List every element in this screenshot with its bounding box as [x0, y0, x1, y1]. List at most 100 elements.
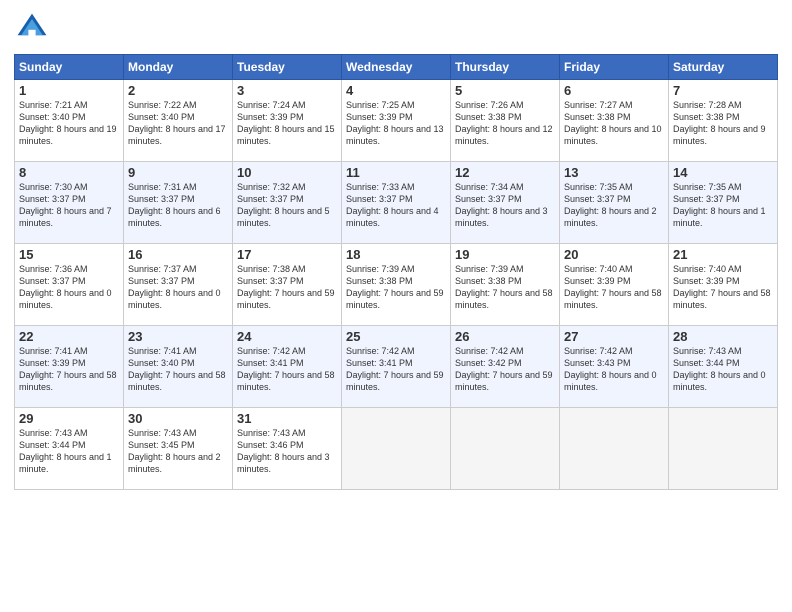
day-number: 16 — [128, 247, 228, 262]
day-number: 31 — [237, 411, 337, 426]
day-cell-10: 10Sunrise: 7:32 AM Sunset: 3:37 PM Dayli… — [233, 162, 342, 244]
day-cell-31: 31Sunrise: 7:43 AM Sunset: 3:46 PM Dayli… — [233, 408, 342, 490]
day-cell-29: 29Sunrise: 7:43 AM Sunset: 3:44 PM Dayli… — [15, 408, 124, 490]
calendar-table: SundayMondayTuesdayWednesdayThursdayFrid… — [14, 54, 778, 490]
day-info: Sunrise: 7:39 AM Sunset: 3:38 PM Dayligh… — [455, 263, 555, 312]
day-number: 27 — [564, 329, 664, 344]
empty-cell — [342, 408, 451, 490]
day-cell-24: 24Sunrise: 7:42 AM Sunset: 3:41 PM Dayli… — [233, 326, 342, 408]
day-number: 11 — [346, 165, 446, 180]
day-number: 24 — [237, 329, 337, 344]
day-cell-19: 19Sunrise: 7:39 AM Sunset: 3:38 PM Dayli… — [451, 244, 560, 326]
day-cell-5: 5Sunrise: 7:26 AM Sunset: 3:38 PM Daylig… — [451, 80, 560, 162]
logo — [14, 10, 54, 46]
day-cell-22: 22Sunrise: 7:41 AM Sunset: 3:39 PM Dayli… — [15, 326, 124, 408]
day-number: 2 — [128, 83, 228, 98]
day-info: Sunrise: 7:43 AM Sunset: 3:44 PM Dayligh… — [19, 427, 119, 476]
header-row: SundayMondayTuesdayWednesdayThursdayFrid… — [15, 55, 778, 80]
day-info: Sunrise: 7:41 AM Sunset: 3:39 PM Dayligh… — [19, 345, 119, 394]
day-number: 17 — [237, 247, 337, 262]
day-number: 19 — [455, 247, 555, 262]
day-cell-16: 16Sunrise: 7:37 AM Sunset: 3:37 PM Dayli… — [124, 244, 233, 326]
day-number: 4 — [346, 83, 446, 98]
day-cell-2: 2Sunrise: 7:22 AM Sunset: 3:40 PM Daylig… — [124, 80, 233, 162]
day-info: Sunrise: 7:26 AM Sunset: 3:38 PM Dayligh… — [455, 99, 555, 148]
day-cell-3: 3Sunrise: 7:24 AM Sunset: 3:39 PM Daylig… — [233, 80, 342, 162]
day-number: 23 — [128, 329, 228, 344]
day-info: Sunrise: 7:40 AM Sunset: 3:39 PM Dayligh… — [564, 263, 664, 312]
day-info: Sunrise: 7:42 AM Sunset: 3:43 PM Dayligh… — [564, 345, 664, 394]
day-cell-17: 17Sunrise: 7:38 AM Sunset: 3:37 PM Dayli… — [233, 244, 342, 326]
day-info: Sunrise: 7:41 AM Sunset: 3:40 PM Dayligh… — [128, 345, 228, 394]
day-cell-18: 18Sunrise: 7:39 AM Sunset: 3:38 PM Dayli… — [342, 244, 451, 326]
day-info: Sunrise: 7:28 AM Sunset: 3:38 PM Dayligh… — [673, 99, 773, 148]
day-info: Sunrise: 7:30 AM Sunset: 3:37 PM Dayligh… — [19, 181, 119, 230]
day-cell-8: 8Sunrise: 7:30 AM Sunset: 3:37 PM Daylig… — [15, 162, 124, 244]
day-number: 8 — [19, 165, 119, 180]
col-header-saturday: Saturday — [669, 55, 778, 80]
empty-cell — [560, 408, 669, 490]
day-info: Sunrise: 7:36 AM Sunset: 3:37 PM Dayligh… — [19, 263, 119, 312]
week-row-4: 22Sunrise: 7:41 AM Sunset: 3:39 PM Dayli… — [15, 326, 778, 408]
day-number: 5 — [455, 83, 555, 98]
week-row-3: 15Sunrise: 7:36 AM Sunset: 3:37 PM Dayli… — [15, 244, 778, 326]
day-cell-12: 12Sunrise: 7:34 AM Sunset: 3:37 PM Dayli… — [451, 162, 560, 244]
day-info: Sunrise: 7:33 AM Sunset: 3:37 PM Dayligh… — [346, 181, 446, 230]
day-cell-14: 14Sunrise: 7:35 AM Sunset: 3:37 PM Dayli… — [669, 162, 778, 244]
logo-icon — [14, 10, 50, 46]
day-info: Sunrise: 7:43 AM Sunset: 3:46 PM Dayligh… — [237, 427, 337, 476]
day-info: Sunrise: 7:42 AM Sunset: 3:41 PM Dayligh… — [346, 345, 446, 394]
empty-cell — [451, 408, 560, 490]
day-number: 15 — [19, 247, 119, 262]
day-number: 3 — [237, 83, 337, 98]
week-row-5: 29Sunrise: 7:43 AM Sunset: 3:44 PM Dayli… — [15, 408, 778, 490]
day-info: Sunrise: 7:22 AM Sunset: 3:40 PM Dayligh… — [128, 99, 228, 148]
day-cell-25: 25Sunrise: 7:42 AM Sunset: 3:41 PM Dayli… — [342, 326, 451, 408]
day-number: 9 — [128, 165, 228, 180]
day-info: Sunrise: 7:42 AM Sunset: 3:41 PM Dayligh… — [237, 345, 337, 394]
empty-cell — [669, 408, 778, 490]
col-header-sunday: Sunday — [15, 55, 124, 80]
day-info: Sunrise: 7:35 AM Sunset: 3:37 PM Dayligh… — [673, 181, 773, 230]
day-cell-30: 30Sunrise: 7:43 AM Sunset: 3:45 PM Dayli… — [124, 408, 233, 490]
day-cell-26: 26Sunrise: 7:42 AM Sunset: 3:42 PM Dayli… — [451, 326, 560, 408]
day-number: 1 — [19, 83, 119, 98]
day-cell-4: 4Sunrise: 7:25 AM Sunset: 3:39 PM Daylig… — [342, 80, 451, 162]
day-info: Sunrise: 7:43 AM Sunset: 3:45 PM Dayligh… — [128, 427, 228, 476]
day-number: 6 — [564, 83, 664, 98]
day-cell-28: 28Sunrise: 7:43 AM Sunset: 3:44 PM Dayli… — [669, 326, 778, 408]
day-cell-21: 21Sunrise: 7:40 AM Sunset: 3:39 PM Dayli… — [669, 244, 778, 326]
day-cell-1: 1Sunrise: 7:21 AM Sunset: 3:40 PM Daylig… — [15, 80, 124, 162]
day-cell-7: 7Sunrise: 7:28 AM Sunset: 3:38 PM Daylig… — [669, 80, 778, 162]
day-info: Sunrise: 7:32 AM Sunset: 3:37 PM Dayligh… — [237, 181, 337, 230]
week-row-2: 8Sunrise: 7:30 AM Sunset: 3:37 PM Daylig… — [15, 162, 778, 244]
day-cell-15: 15Sunrise: 7:36 AM Sunset: 3:37 PM Dayli… — [15, 244, 124, 326]
day-info: Sunrise: 7:35 AM Sunset: 3:37 PM Dayligh… — [564, 181, 664, 230]
day-number: 18 — [346, 247, 446, 262]
day-number: 22 — [19, 329, 119, 344]
day-number: 26 — [455, 329, 555, 344]
day-number: 28 — [673, 329, 773, 344]
col-header-monday: Monday — [124, 55, 233, 80]
day-info: Sunrise: 7:40 AM Sunset: 3:39 PM Dayligh… — [673, 263, 773, 312]
day-cell-11: 11Sunrise: 7:33 AM Sunset: 3:37 PM Dayli… — [342, 162, 451, 244]
header — [14, 10, 778, 46]
day-cell-23: 23Sunrise: 7:41 AM Sunset: 3:40 PM Dayli… — [124, 326, 233, 408]
day-cell-20: 20Sunrise: 7:40 AM Sunset: 3:39 PM Dayli… — [560, 244, 669, 326]
day-info: Sunrise: 7:39 AM Sunset: 3:38 PM Dayligh… — [346, 263, 446, 312]
day-info: Sunrise: 7:34 AM Sunset: 3:37 PM Dayligh… — [455, 181, 555, 230]
day-cell-27: 27Sunrise: 7:42 AM Sunset: 3:43 PM Dayli… — [560, 326, 669, 408]
col-header-wednesday: Wednesday — [342, 55, 451, 80]
day-number: 13 — [564, 165, 664, 180]
day-number: 21 — [673, 247, 773, 262]
day-info: Sunrise: 7:43 AM Sunset: 3:44 PM Dayligh… — [673, 345, 773, 394]
day-number: 20 — [564, 247, 664, 262]
day-info: Sunrise: 7:27 AM Sunset: 3:38 PM Dayligh… — [564, 99, 664, 148]
day-number: 25 — [346, 329, 446, 344]
calendar-container: SundayMondayTuesdayWednesdayThursdayFrid… — [0, 0, 792, 612]
day-info: Sunrise: 7:21 AM Sunset: 3:40 PM Dayligh… — [19, 99, 119, 148]
day-number: 14 — [673, 165, 773, 180]
day-number: 12 — [455, 165, 555, 180]
day-number: 10 — [237, 165, 337, 180]
col-header-tuesday: Tuesday — [233, 55, 342, 80]
